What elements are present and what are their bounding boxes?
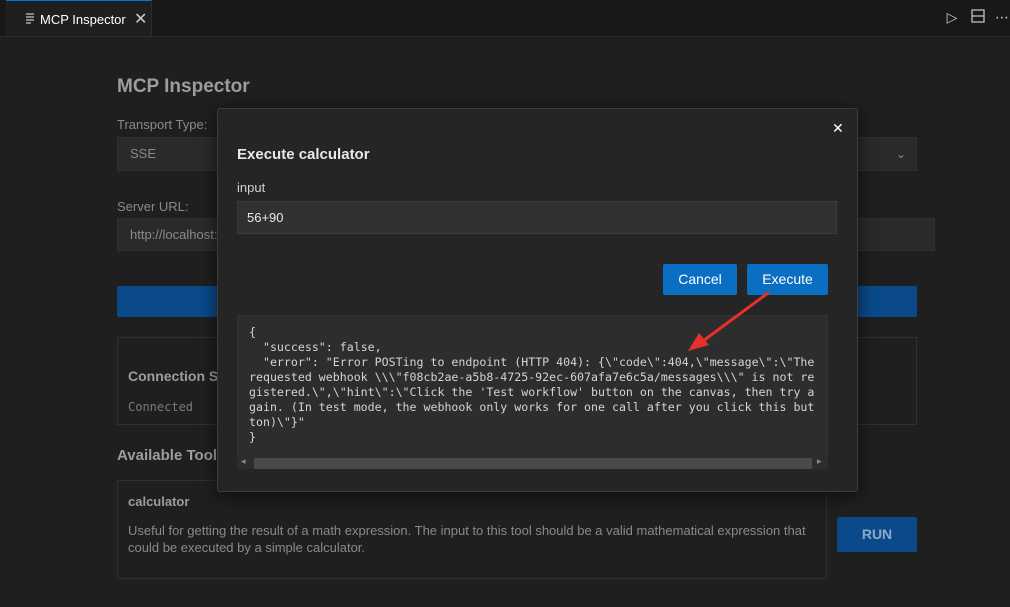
execute-dialog: ✕ Execute calculator input 56+90 Cancel … bbox=[217, 108, 858, 492]
connection-title: Connection S bbox=[128, 368, 219, 384]
scrollbar-thumb[interactable] bbox=[254, 458, 812, 469]
server-url-label: Server URL: bbox=[117, 199, 189, 214]
dialog-title: Execute calculator bbox=[237, 146, 370, 163]
tab-bar: MCP Inspector ✕ ▷ ⋯ bbox=[0, 0, 1010, 37]
input-label: input bbox=[237, 180, 266, 195]
more-icon[interactable]: ⋯ bbox=[993, 9, 1010, 27]
transport-label: Transport Type: bbox=[117, 117, 208, 132]
cancel-button[interactable]: Cancel bbox=[663, 264, 737, 295]
tab-mcp-inspector[interactable]: MCP Inspector ✕ bbox=[6, 0, 152, 36]
run-button[interactable]: RUN bbox=[837, 517, 917, 552]
tool-name: calculator bbox=[128, 494, 190, 509]
close-icon[interactable]: ✕ bbox=[832, 120, 844, 137]
input-field[interactable]: 56+90 bbox=[237, 201, 837, 234]
horizontal-scrollbar[interactable]: ◂ ▸ bbox=[237, 455, 828, 469]
available-tools-title: Available Tool bbox=[117, 447, 218, 464]
scroll-left-icon[interactable]: ◂ bbox=[241, 456, 246, 467]
execute-button[interactable]: Execute bbox=[747, 264, 828, 295]
page-title: MCP Inspector bbox=[117, 76, 250, 97]
document-icon bbox=[24, 11, 36, 25]
connection-status: Connected bbox=[128, 400, 194, 414]
transport-value: SSE bbox=[130, 146, 157, 161]
tool-description: Useful for getting the result of a math … bbox=[128, 523, 806, 555]
close-icon[interactable]: ✕ bbox=[134, 9, 147, 29]
server-url-value: http://localhost: bbox=[130, 227, 218, 242]
result-text: { "success": false, "error": "Error POST… bbox=[249, 325, 815, 444]
scroll-right-icon[interactable]: ▸ bbox=[817, 456, 822, 467]
split-editor-icon[interactable] bbox=[969, 9, 987, 27]
result-output: { "success": false, "error": "Error POST… bbox=[237, 315, 828, 463]
run-icon[interactable]: ▷ bbox=[943, 9, 961, 27]
tab-title: MCP Inspector bbox=[40, 12, 126, 27]
chevron-down-icon: ⌄ bbox=[895, 147, 906, 161]
